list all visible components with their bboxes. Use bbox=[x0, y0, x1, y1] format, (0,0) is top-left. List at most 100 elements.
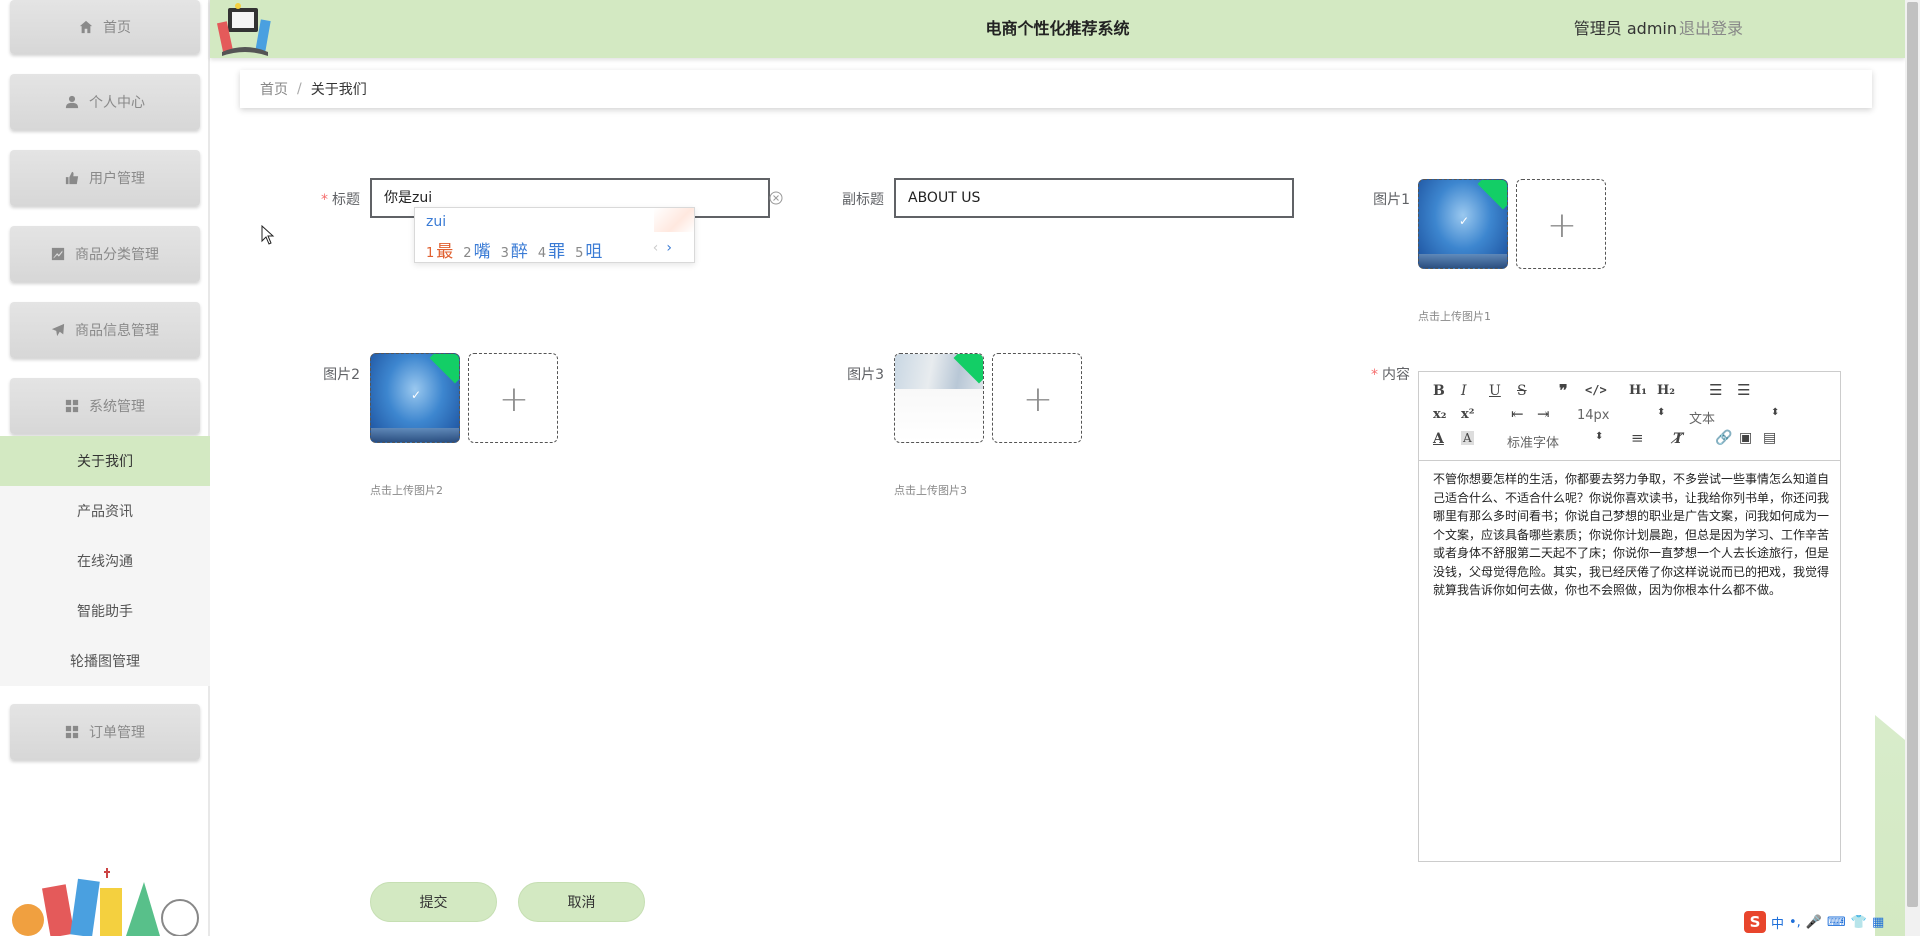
image3-label: 图片3 bbox=[847, 367, 884, 383]
breadcrumb-home[interactable]: 首页 bbox=[260, 79, 288, 99]
menu-label: 个人中心 bbox=[89, 95, 145, 111]
user-icon bbox=[65, 95, 79, 109]
menu-user-management[interactable]: 用户管理 bbox=[10, 150, 200, 206]
editor-content[interactable]: 不管你想要怎样的生活，你都要去努力争取，不多尝试一些事情怎么知道自己适合什么、不… bbox=[1433, 470, 1829, 600]
sogou-logo-icon[interactable]: S bbox=[1744, 911, 1766, 933]
menu-home[interactable]: 首页 bbox=[10, 0, 200, 54]
subtitle-input[interactable]: ABOUT US bbox=[894, 178, 1294, 218]
font-size-select[interactable]: 14px ⬍ bbox=[1577, 407, 1667, 423]
submenu-about-us[interactable]: 关于我们 bbox=[0, 436, 210, 486]
ime-decoration bbox=[654, 208, 694, 232]
select-arrow-icon: ⬍ bbox=[1657, 407, 1666, 418]
top-header: 电商个性化推荐系统 管理员 admin 退出登录 bbox=[210, 0, 1905, 58]
menu-system-management[interactable]: 系统管理 bbox=[10, 378, 200, 434]
select-arrow-icon: ⬍ bbox=[1595, 431, 1604, 442]
plus-icon: + bbox=[1022, 378, 1054, 420]
video-icon[interactable]: ▤ bbox=[1763, 430, 1776, 446]
breadcrumb: 首页 / 关于我们 bbox=[240, 70, 1872, 108]
image2-thumbnail[interactable]: ✓ bbox=[370, 353, 460, 443]
ordered-list-icon[interactable]: ☰ bbox=[1709, 381, 1722, 399]
logout-link[interactable]: 退出登录 bbox=[1679, 0, 1743, 58]
breadcrumb-separator: / bbox=[297, 81, 302, 97]
link-icon[interactable]: 🔗 bbox=[1715, 430, 1732, 446]
submenu-online-chat[interactable]: 在线沟通 bbox=[0, 536, 210, 586]
image2-upload-button[interactable]: + bbox=[468, 353, 558, 443]
punctuation-toggle[interactable]: •, bbox=[1789, 915, 1801, 930]
check-icon: ✓ bbox=[411, 388, 422, 402]
menu-category-management[interactable]: 商品分类管理 bbox=[10, 226, 200, 282]
background-color-icon[interactable]: A bbox=[1461, 431, 1474, 445]
ime-composition: zui bbox=[426, 214, 447, 230]
text-type-select[interactable]: 文本 ⬍ bbox=[1689, 407, 1780, 427]
title-label: * 标题 bbox=[321, 192, 360, 208]
indent-icon[interactable]: ⇥ bbox=[1537, 405, 1550, 423]
ime-status-bar: S 中 •, 🎤 ⌨ 👕 ▦ bbox=[1744, 908, 1920, 936]
image3-upload-button[interactable]: + bbox=[992, 353, 1082, 443]
align-icon[interactable]: ≡ bbox=[1631, 429, 1644, 447]
image1-upload-button[interactable]: + bbox=[1516, 179, 1606, 269]
system-submenu: 关于我们 产品资讯 在线沟通 智能助手 轮播图管理 bbox=[0, 436, 210, 686]
clear-input-icon[interactable] bbox=[769, 191, 783, 205]
toolbox-icon[interactable]: ▦ bbox=[1872, 915, 1884, 930]
submenu-smart-assistant[interactable]: 智能助手 bbox=[0, 586, 210, 636]
clear-format-icon[interactable]: T̸ bbox=[1673, 431, 1683, 447]
ime-candidate[interactable]: 2嘴 bbox=[463, 237, 490, 262]
language-toggle[interactable]: 中 bbox=[1771, 913, 1784, 932]
italic-icon[interactable]: I bbox=[1461, 383, 1467, 399]
menu-personal-center[interactable]: 个人中心 bbox=[10, 74, 200, 130]
menu-order-management[interactable]: 订单管理 bbox=[10, 704, 200, 760]
ime-candidate[interactable]: 4罪 bbox=[538, 237, 565, 262]
select-arrow-icon: ⬍ bbox=[1771, 407, 1780, 418]
image-icon[interactable]: ▣ bbox=[1739, 430, 1752, 446]
ime-page-nav: ‹ › bbox=[653, 240, 672, 256]
skin-icon[interactable]: 👕 bbox=[1851, 915, 1867, 930]
scrollbar-thumb[interactable] bbox=[1907, 2, 1918, 907]
check-icon: ✓ bbox=[1459, 214, 1470, 228]
submenu-product-news[interactable]: 产品资讯 bbox=[0, 486, 210, 536]
submenu-carousel-management[interactable]: 轮播图管理 bbox=[0, 636, 210, 686]
subscript-icon[interactable]: x₂ bbox=[1433, 407, 1446, 422]
send-icon bbox=[51, 323, 65, 337]
thumb-icon bbox=[65, 171, 79, 185]
user-info: 管理员 admin bbox=[1573, 19, 1677, 38]
font-family-select[interactable]: 标准字体 ⬍ bbox=[1507, 431, 1607, 451]
text-color-icon[interactable]: A bbox=[1433, 431, 1444, 447]
ime-candidate[interactable]: 3醉 bbox=[501, 237, 528, 262]
underline-icon[interactable]: U bbox=[1489, 383, 1501, 399]
microphone-icon[interactable]: 🎤 bbox=[1806, 915, 1822, 930]
superscript-icon[interactable]: x² bbox=[1461, 407, 1474, 422]
code-block-icon[interactable]: </> bbox=[1585, 383, 1607, 397]
ime-prev-icon[interactable]: ‹ bbox=[653, 240, 659, 256]
menu-product-management[interactable]: 商品信息管理 bbox=[10, 302, 200, 358]
outdent-icon[interactable]: ⇤ bbox=[1511, 405, 1524, 423]
rich-text-editor[interactable]: B I U S ❞ </> H₁ H₂ ☰ ☰ x₂ x² ⇤ ⇥ 14px ⬍ … bbox=[1418, 371, 1841, 862]
ime-next-icon[interactable]: › bbox=[666, 240, 672, 256]
subtitle-label: 副标题 bbox=[842, 192, 884, 208]
header1-icon[interactable]: H₁ bbox=[1629, 383, 1647, 398]
mouse-cursor-icon bbox=[261, 225, 275, 245]
menu-label: 商品分类管理 bbox=[75, 247, 159, 263]
blockquote-icon[interactable]: ❞ bbox=[1559, 381, 1568, 400]
scrollbar[interactable] bbox=[1905, 0, 1920, 936]
image3-tip: 点击上传图片3 bbox=[894, 484, 967, 497]
cancel-button[interactable]: 取消 bbox=[518, 882, 645, 922]
plus-icon: + bbox=[1546, 204, 1578, 246]
ime-candidate[interactable]: 1最 bbox=[426, 237, 453, 262]
editor-toolbar: B I U S ❞ </> H₁ H₂ ☰ ☰ x₂ x² ⇤ ⇥ 14px ⬍ … bbox=[1419, 372, 1840, 461]
ime-candidate[interactable]: 5咀 bbox=[575, 237, 602, 262]
image1-label: 图片1 bbox=[1373, 192, 1410, 208]
menu-label: 系统管理 bbox=[89, 399, 145, 415]
header2-icon[interactable]: H₂ bbox=[1657, 383, 1675, 398]
bullet-list-icon[interactable]: ☰ bbox=[1737, 381, 1750, 399]
upload-success-badge bbox=[1477, 180, 1507, 210]
strike-icon[interactable]: S bbox=[1517, 383, 1527, 399]
submit-button[interactable]: 提交 bbox=[370, 882, 497, 922]
keyboard-icon[interactable]: ⌨ bbox=[1827, 915, 1846, 930]
ime-candidate-list: 1最 2嘴 3醉 4罪 5咀 bbox=[426, 237, 612, 262]
image2-label: 图片2 bbox=[323, 367, 360, 383]
bold-icon[interactable]: B bbox=[1433, 383, 1445, 399]
image1-tip: 点击上传图片1 bbox=[1418, 310, 1491, 323]
image1-thumbnail[interactable]: ✓ bbox=[1418, 179, 1508, 269]
plus-icon: + bbox=[498, 378, 530, 420]
image3-thumbnail[interactable] bbox=[894, 353, 984, 443]
